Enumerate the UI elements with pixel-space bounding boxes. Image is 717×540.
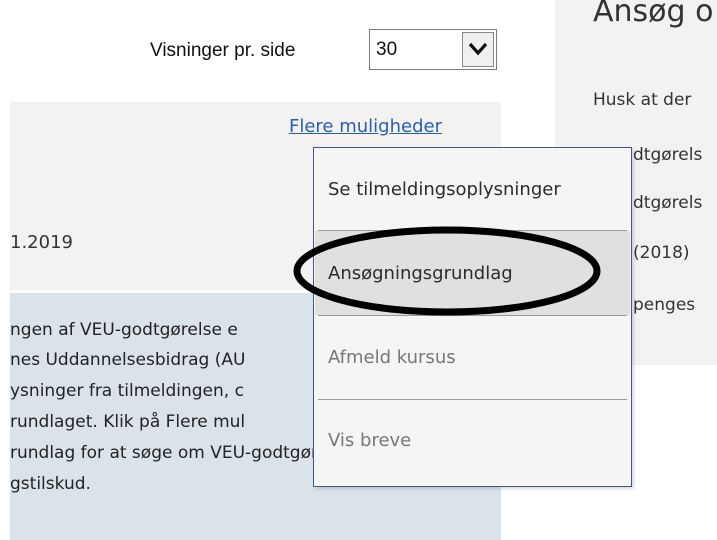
views-per-page-value: 30 <box>376 39 398 60</box>
menu-separator <box>318 399 627 400</box>
info-text-line: nes Uddannelsesbidrag (AU <box>10 350 246 370</box>
side-panel-text: (2018) <box>633 243 690 263</box>
menu-item-unregister-course: Afmeld kursus <box>328 347 456 368</box>
info-text-line: ngen af VEU-godtgørelse e <box>10 320 238 340</box>
views-per-page-select[interactable]: 30 <box>369 29 497 70</box>
course-date: 1.2019 <box>10 232 73 253</box>
info-text-line: gstilskud. <box>10 474 91 494</box>
chevron-down-icon <box>468 42 488 56</box>
menu-separator <box>318 230 627 231</box>
side-panel-text: penges <box>633 295 696 315</box>
side-panel-heading: Ansøg o <box>593 0 714 29</box>
menu-separator <box>318 315 627 316</box>
views-per-page-label: Visninger pr. side <box>150 40 296 61</box>
side-panel-text: Husk at der <box>593 90 692 110</box>
more-options-menu: Se tilmeldingsoplysninger Ansøgningsgrun… <box>313 147 632 487</box>
dropdown-button[interactable] <box>462 32 494 67</box>
info-text-line: ysninger fra tilmeldingen, c <box>10 381 244 401</box>
menu-item-show-letters: Vis breve <box>328 430 412 451</box>
side-panel-text: dtgørels <box>633 193 703 213</box>
info-text-line: rundlaget. Klik på Flere mul <box>10 412 246 432</box>
info-text-line: rundlag for at søge om VEU-godtgørelse <box>10 443 353 463</box>
side-panel-text: dtgørels <box>633 145 703 165</box>
more-options-link[interactable]: Flere muligheder <box>289 116 442 137</box>
menu-item-registration-info[interactable]: Se tilmeldingsoplysninger <box>328 179 561 200</box>
menu-item-application-basis[interactable]: Ansøgningsgrundlag <box>328 263 513 284</box>
